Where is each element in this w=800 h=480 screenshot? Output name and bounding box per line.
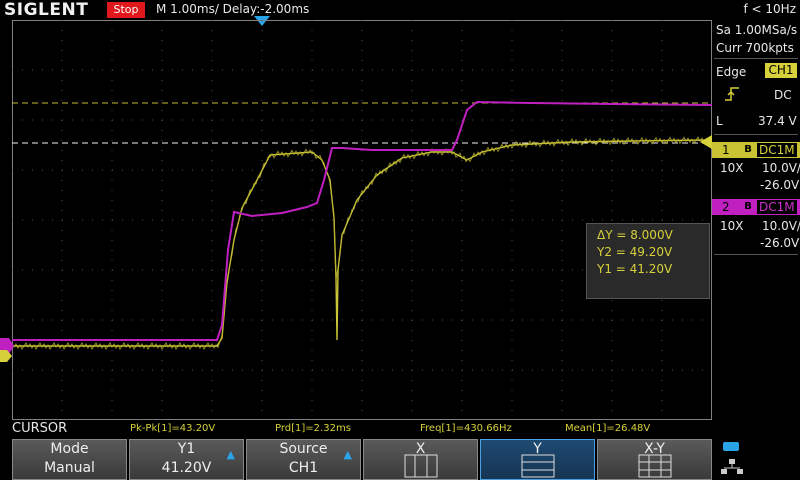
- ch1-scale: 10.0V/: [762, 161, 800, 175]
- trigger-level: 37.4 V: [758, 114, 797, 128]
- knob-adjust-icon: ▲: [226, 448, 235, 461]
- xy-cursor-icon: [638, 454, 672, 478]
- source-softkey[interactable]: Source CH1 ▲: [246, 439, 361, 480]
- ch2-probe: 10X: [720, 219, 744, 233]
- source-softkey-value: CH1: [288, 460, 319, 476]
- status-bar: SIGLENT Stop M 1.00ms/ Delay:-2.00ms f <…: [0, 0, 800, 20]
- timebase-readout: M 1.00ms/ Delay:-2.00ms: [156, 2, 310, 16]
- trigger-level-marker-icon[interactable]: [700, 135, 712, 149]
- ch2-header[interactable]: 2 B DC1M: [712, 199, 800, 215]
- trigger-coupling: DC: [774, 88, 792, 102]
- waveform-display[interactable]: [12, 20, 712, 420]
- ch2-scale: 10.0V/: [762, 219, 800, 233]
- cursor-y1-value: Y1 = 41.20V: [597, 262, 673, 276]
- x-cursor-icon: [404, 454, 438, 478]
- ch1-offset: -26.0V: [760, 178, 800, 192]
- network-status-icon: [721, 442, 743, 474]
- measure-pkpk: Pk-Pk[1]=43.20V: [130, 423, 216, 434]
- knob-adjust-icon: ▲: [343, 448, 352, 461]
- ch1-offset-marker-icon[interactable]: [0, 350, 12, 362]
- divider: [714, 134, 798, 135]
- info-panel: Sa 1.00MSa/s Curr 700kpts Edge CH1 DC L …: [712, 20, 800, 420]
- trigger-mode: Edge: [716, 65, 747, 79]
- measure-mean: Mean[1]=26.48V: [565, 423, 651, 434]
- measure-period: Prd[1]=2.32ms: [275, 423, 351, 434]
- menu-title: CURSOR: [12, 421, 68, 436]
- frequency-counter: f < 10Hz: [743, 2, 797, 16]
- y1-softkey-value: 41.20V: [161, 460, 212, 476]
- cursor-delta-y: ΔY = 8.000V: [597, 228, 673, 242]
- trigger-source[interactable]: CH1: [765, 63, 797, 78]
- trigger-level-label: L: [716, 114, 723, 128]
- y1-softkey[interactable]: Y1 41.20V ▲: [129, 439, 244, 480]
- ch1-coupling: DC1M: [757, 143, 797, 157]
- ch1-number: 1: [722, 143, 730, 157]
- x-cursor-softkey[interactable]: X: [363, 439, 478, 480]
- rising-edge-icon: [725, 87, 739, 101]
- ch1-probe: 10X: [720, 161, 744, 175]
- mode-softkey-title: Mode: [50, 441, 89, 457]
- mode-softkey[interactable]: Mode Manual: [12, 439, 127, 480]
- y-cursor-softkey[interactable]: Y: [480, 439, 595, 480]
- divider: [714, 254, 798, 255]
- ch2-offset: -26.0V: [760, 236, 800, 250]
- brand-logo: SIGLENT: [4, 0, 89, 20]
- ch2-number: 2: [722, 200, 730, 214]
- run-stop-indicator[interactable]: Stop: [107, 2, 145, 18]
- softkey-bar: Mode Manual Y1 41.20V ▲ Source CH1 ▲ X Y…: [0, 439, 800, 480]
- ch2-coupling: DC1M: [757, 200, 797, 214]
- ch1-header[interactable]: 1 B DC1M: [712, 142, 800, 158]
- cursor-readout: ΔY = 8.000V Y2 = 49.20V Y1 = 41.20V: [586, 223, 710, 299]
- mode-softkey-value: Manual: [44, 460, 95, 476]
- memory-depth: Curr 700kpts: [716, 41, 794, 55]
- divider: [714, 58, 798, 59]
- sample-rate: Sa 1.00MSa/s: [716, 23, 798, 37]
- xy-cursor-softkey[interactable]: X-Y: [597, 439, 712, 480]
- measure-frequency: Freq[1]=430.66Hz: [420, 423, 512, 434]
- cursor-y2-value: Y2 = 49.20V: [597, 245, 673, 259]
- y-cursor-icon: [521, 454, 555, 478]
- ch1-bandwidth-limit: B: [744, 144, 752, 155]
- ch2-bandwidth-limit: B: [744, 201, 752, 212]
